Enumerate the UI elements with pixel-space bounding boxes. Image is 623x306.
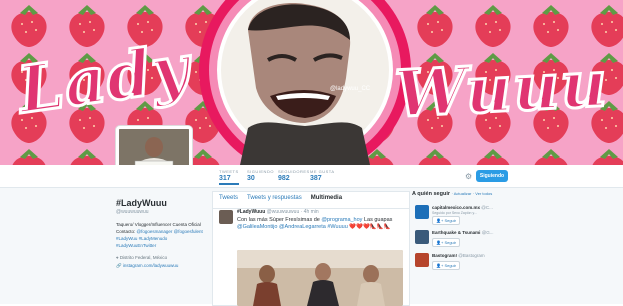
suggestion-name[interactable]: Bastogram! @Bastogram xyxy=(432,253,498,258)
profile-banner: Lady Wuuu @ladywuu_CC xyxy=(0,0,623,165)
stat-likes[interactable]: ME GUSTA 387 xyxy=(310,169,335,182)
tweet-handle[interactable]: @wuuwuuwuu xyxy=(267,209,300,215)
tweet-emoji: ❤️❤️❤️👠👠👠 xyxy=(349,224,391,230)
banner-handle: @ladywuu_CC xyxy=(330,86,371,92)
bio-link[interactable]: @fogoesfulent xyxy=(174,229,203,234)
tweet-header: #LadyWuuu @wuuwuuwuu · 4h min xyxy=(237,209,405,215)
profile-name[interactable]: #LadyWuuu xyxy=(116,198,208,208)
profile-meta: ⌖ Distrito Federal, México 🔗 instagram.c… xyxy=(116,254,208,270)
banner-title-right: Wuuu xyxy=(392,45,612,134)
following-button[interactable]: Siguiendo xyxy=(476,170,508,182)
stat-followers[interactable]: SEGUIDORES 982 xyxy=(278,169,310,182)
profile-bio: Taquero/ Vlogger/Influencer Cuenta Ofici… xyxy=(116,221,208,249)
suggestion-context: Seguido por Sexo Zapión y... xyxy=(432,211,477,215)
stat-tweets[interactable]: TWEETS 317 xyxy=(219,169,239,185)
stat-tweets-value: 317 xyxy=(219,175,231,182)
suggestion-avatar[interactable] xyxy=(415,253,429,267)
tab-media[interactable]: Multimedia xyxy=(311,195,342,205)
stat-following[interactable]: SIGUIENDO 30 xyxy=(247,169,274,182)
suggestion-avatar[interactable] xyxy=(415,205,429,219)
bio-link[interactable]: #LadyMenudo xyxy=(139,236,168,241)
tweet-link[interactable]: @programa_hoy xyxy=(321,217,362,223)
timeline: Tweets Tweets y respuestas Multimedia #L… xyxy=(212,191,410,306)
follow-button[interactable]: 👤+ Seguir xyxy=(432,261,460,270)
profile-website[interactable]: 🔗 instagram.com/ladywuuwuu xyxy=(116,262,208,270)
tweet-time[interactable]: · 4h min xyxy=(301,209,319,215)
bio-link[interactable]: #LadyWuuEnTwitter xyxy=(116,243,156,248)
profile-screen-name[interactable]: @wuuwuuwuu xyxy=(116,209,208,215)
tweet-text: Con las más Súper Fresísimas de @program… xyxy=(237,217,405,231)
tweet-text: Con las más Súper Fresísimas de xyxy=(237,217,322,223)
tweet-body: #LadyWuuu @wuuwuuwuu · 4h min Con las má… xyxy=(237,209,405,231)
follow-button[interactable]: 👤+ Seguir xyxy=(432,238,460,247)
stat-following-value: 30 xyxy=(247,175,255,182)
suggestion-name[interactable]: capitalmexico.com.mx @C... xyxy=(432,205,498,210)
map-pin-icon: ⌖ xyxy=(116,255,119,260)
bio-link[interactable]: @fogoesmanager xyxy=(137,229,173,234)
stat-tweets-label: TWEETS xyxy=(219,169,239,174)
who-to-follow: A quién seguir · Actualizar · Ver todos … xyxy=(412,191,498,304)
stat-followers-value: 982 xyxy=(278,175,290,182)
profile-website-link[interactable]: instagram.com/ladywuuwuu xyxy=(123,263,179,268)
tweet-author[interactable]: #LadyWuuu xyxy=(237,209,265,215)
tweet-text: Las guapas xyxy=(362,217,393,223)
tweet-avatar[interactable] xyxy=(219,210,233,224)
tweet-media[interactable] xyxy=(237,250,403,306)
tweet-photo xyxy=(237,250,403,306)
suggestion-name[interactable]: Earthquake & Tsunami @G... xyxy=(432,230,498,235)
view-all-link[interactable]: · Ver todos xyxy=(473,191,492,196)
tab-tweets[interactable]: Tweets xyxy=(219,195,238,205)
stat-likes-label: ME GUSTA xyxy=(310,169,335,174)
refresh-link[interactable]: · Actualizar xyxy=(452,191,472,196)
tweet-link[interactable]: #Wuuuu xyxy=(327,224,347,230)
follow-button[interactable]: 👤+ Seguir xyxy=(432,216,460,225)
stat-likes-value: 387 xyxy=(310,175,322,182)
tweet-link[interactable]: @AndreaLegarreta xyxy=(279,224,326,230)
gear-icon[interactable]: ⚙ xyxy=(465,172,472,181)
who-to-follow-title: A quién seguir xyxy=(412,191,450,197)
stat-following-label: SIGUIENDO xyxy=(247,169,274,174)
timeline-tabs: Tweets Tweets y respuestas Multimedia xyxy=(213,192,409,209)
tweet-link[interactable]: @GalileaMontijo xyxy=(237,224,277,230)
suggestion-avatar[interactable] xyxy=(415,230,429,244)
stat-followers-label: SEGUIDORES xyxy=(278,169,310,174)
profile-location: ⌖ Distrito Federal, México xyxy=(116,254,208,262)
tab-tweets-replies[interactable]: Tweets y respuestas xyxy=(247,195,302,205)
who-to-follow-header: A quién seguir · Actualizar · Ver todos xyxy=(412,191,498,197)
bio-link[interactable]: #LadyWuu xyxy=(116,236,137,241)
link-icon: 🔗 xyxy=(116,263,122,268)
profile-card: #LadyWuuu @wuuwuuwuu Taquero/ Vlogger/In… xyxy=(116,198,208,270)
profile-location-text: Distrito Federal, México xyxy=(119,255,168,260)
